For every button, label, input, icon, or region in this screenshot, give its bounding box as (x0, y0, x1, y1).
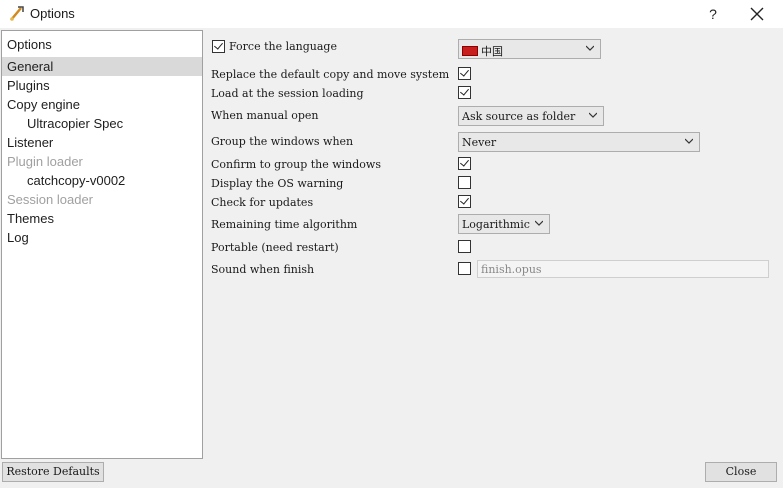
force-language-checkbox[interactable] (212, 40, 225, 53)
confirm-group-checkbox[interactable] (458, 157, 471, 170)
sidebar-item-listener[interactable]: Listener (2, 133, 202, 152)
sidebar-item-plugins[interactable]: Plugins (2, 76, 202, 95)
sidebar-item-copy-engine[interactable]: Copy engine (2, 95, 202, 114)
sound-finish-label: Sound when finish (211, 263, 315, 276)
sidebar-item-plugin-loader: Plugin loader (7, 154, 83, 169)
sidebar-item-session-loader: Session loader (7, 192, 93, 207)
window-close-button[interactable] (742, 2, 772, 26)
confirm-group-label: Confirm to group the windows (211, 158, 381, 171)
manual-open-select[interactable]: Ask source as folder (458, 106, 604, 126)
os-warning-checkbox[interactable] (458, 176, 471, 189)
load-session-checkbox[interactable] (458, 86, 471, 99)
check-updates-checkbox[interactable] (458, 195, 471, 208)
chevron-down-icon (586, 45, 594, 51)
window-title: Options (30, 6, 75, 21)
ultracopier-icon (10, 6, 24, 21)
load-session-label: Load at the session loading (211, 87, 364, 100)
remaining-time-select[interactable]: Logarithmic (458, 214, 550, 234)
sound-file-value: finish.opus (481, 263, 542, 276)
title-bar: Options ? (0, 0, 783, 28)
close-button[interactable]: Close (705, 462, 777, 482)
replace-copy-move-checkbox[interactable] (458, 67, 471, 80)
sidebar-item-ultracopier-spec[interactable]: Ultracopier Spec (2, 114, 202, 133)
replace-copy-move-label: Replace the default copy and move system (211, 68, 450, 81)
chevron-down-icon (535, 220, 543, 226)
portable-label: Portable (need restart) (211, 241, 339, 254)
flag-icon (462, 46, 478, 56)
restore-defaults-button[interactable]: Restore Defaults (2, 462, 104, 482)
sound-file-field[interactable]: finish.opus (477, 260, 769, 278)
chevron-down-icon (685, 138, 693, 144)
manual-open-label: When manual open (211, 109, 319, 122)
sidebar-item-options[interactable]: Options (2, 35, 202, 54)
os-warning-label: Display the OS warning (211, 177, 344, 190)
close-icon (750, 7, 764, 21)
help-button[interactable]: ? (698, 3, 728, 25)
portable-checkbox[interactable] (458, 240, 471, 253)
group-windows-select[interactable]: Never (458, 132, 700, 152)
check-updates-label: Check for updates (211, 196, 314, 209)
remaining-time-value: Logarithmic (462, 218, 530, 231)
sidebar-item-log[interactable]: Log (2, 228, 202, 247)
force-language-label: Force the language (229, 40, 337, 53)
sidebar-item-themes[interactable]: Themes (2, 209, 202, 228)
manual-open-value: Ask source as folder (462, 110, 576, 123)
group-windows-value: Never (462, 136, 497, 149)
sidebar-item-catchcopy[interactable]: catchcopy-v0002 (2, 171, 202, 190)
group-windows-label: Group the windows when (211, 135, 354, 148)
language-value: 中国 (481, 45, 503, 58)
sidebar-item-general[interactable]: General (2, 57, 202, 76)
chevron-down-icon (589, 112, 597, 118)
options-dialog: Options General Plugins Copy engine Ultr… (0, 28, 783, 488)
language-select[interactable]: 中国 (458, 39, 601, 59)
remaining-time-label: Remaining time algorithm (211, 218, 358, 231)
sound-finish-checkbox[interactable] (458, 262, 471, 275)
options-sidebar: Options General Plugins Copy engine Ultr… (1, 30, 203, 459)
